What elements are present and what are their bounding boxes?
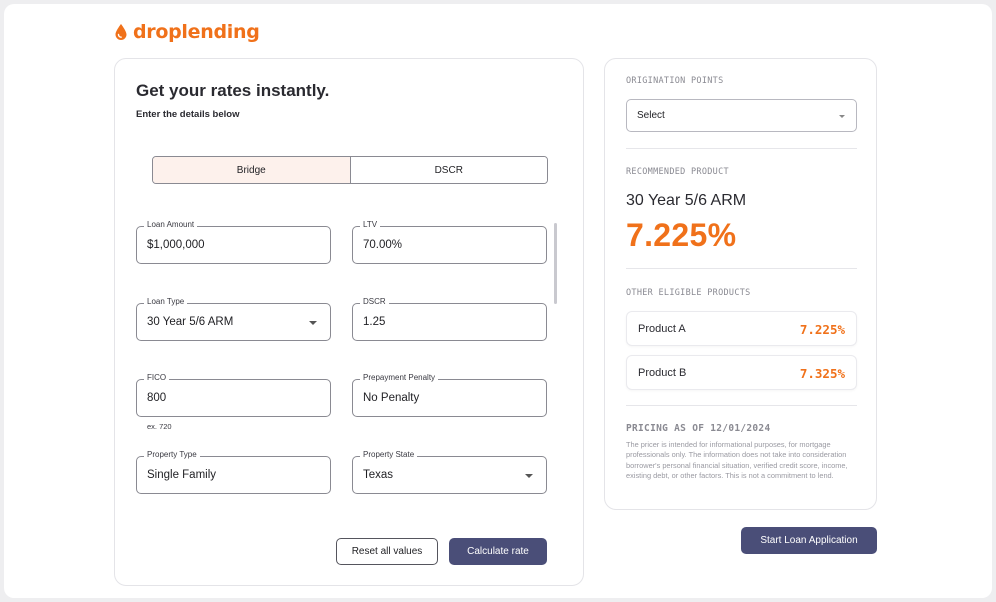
rate-form-card: Get your rates instantly. Enter the deta… — [114, 58, 584, 586]
other-products-label: OTHER ELIGIBLE PRODUCTS — [626, 288, 751, 298]
property-type-label: Property Type — [144, 450, 200, 459]
loan-type-label: Loan Type — [144, 297, 188, 306]
form-scrollbar[interactable] — [554, 223, 557, 304]
divider — [626, 268, 857, 269]
fico-helper: ex. 720 — [147, 422, 172, 431]
calculate-rate-button[interactable]: Calculate rate — [449, 538, 547, 565]
toggle-dscr[interactable]: DSCR — [349, 157, 547, 183]
property-type-field[interactable]: Property Type Single Family — [136, 450, 331, 494]
brand-name: droplending — [133, 21, 260, 43]
chevron-down-icon — [525, 474, 533, 478]
results-card: ORIGINATION POINTS Select RECOMMENDED PR… — [604, 58, 877, 510]
product-rate: 7.325% — [799, 366, 845, 381]
loan-type-select[interactable]: Loan Type 30 Year 5/6 ARM — [136, 297, 331, 341]
recommended-product-label: RECOMMENDED PRODUCT — [626, 167, 729, 177]
loan-amount-value: $1,000,000 — [147, 239, 205, 251]
property-state-select[interactable]: Property State Texas — [352, 450, 547, 494]
ltv-label: LTV — [360, 220, 381, 229]
start-loan-application-button[interactable]: Start Loan Application — [741, 527, 877, 554]
origination-points-select[interactable]: Select — [626, 99, 857, 132]
pricing-date: PRICING AS OF 12/01/2024 — [626, 423, 771, 434]
reset-button[interactable]: Reset all values — [336, 538, 438, 565]
prepayment-penalty-field[interactable]: Prepayment Penalty No Penalty — [352, 373, 547, 417]
brand-logo[interactable]: droplending — [114, 20, 260, 44]
product-name: Product A — [638, 323, 686, 335]
origination-points-label: ORIGINATION POINTS — [626, 76, 724, 86]
product-rate: 7.225% — [799, 322, 845, 337]
origination-points-value: Select — [637, 110, 665, 121]
divider — [626, 148, 857, 149]
fico-field[interactable]: FICO 800 — [136, 373, 331, 417]
loan-program-toggle: Bridge DSCR — [152, 156, 548, 184]
divider — [626, 405, 857, 406]
prepayment-penalty-label: Prepayment Penalty — [360, 373, 439, 382]
product-name: Product B — [638, 367, 687, 379]
property-type-value: Single Family — [147, 469, 217, 481]
dscr-field[interactable]: DSCR 1.25 — [352, 297, 547, 341]
chevron-down-icon — [309, 321, 317, 325]
form-title: Get your rates instantly. — [136, 81, 330, 100]
dscr-value: 1.25 — [363, 316, 386, 328]
fico-label: FICO — [144, 373, 170, 382]
property-state-label: Property State — [360, 450, 418, 459]
loan-amount-field[interactable]: Loan Amount $1,000,000 — [136, 220, 331, 264]
loan-amount-label: Loan Amount — [144, 220, 198, 229]
product-row[interactable]: Product B 7.325% — [626, 355, 857, 390]
property-state-value: Texas — [363, 469, 394, 481]
toggle-bridge[interactable]: Bridge — [153, 157, 350, 183]
loan-type-value: 30 Year 5/6 ARM — [147, 316, 234, 328]
recommended-product-name: 30 Year 5/6 ARM — [626, 192, 747, 209]
product-row[interactable]: Product A 7.225% — [626, 311, 857, 346]
form-subtitle: Enter the details below — [136, 109, 240, 120]
ltv-field[interactable]: LTV 70.00% — [352, 220, 547, 264]
ltv-value: 70.00% — [363, 239, 403, 251]
dscr-label: DSCR — [360, 297, 389, 306]
droplet-icon — [115, 24, 127, 40]
disclaimer-text: The pricer is intended for informational… — [626, 440, 848, 481]
chevron-down-icon — [839, 115, 845, 118]
fico-value: 800 — [147, 392, 167, 404]
prepayment-penalty-value: No Penalty — [363, 392, 420, 404]
recommended-product-rate: 7.225% — [626, 217, 737, 253]
